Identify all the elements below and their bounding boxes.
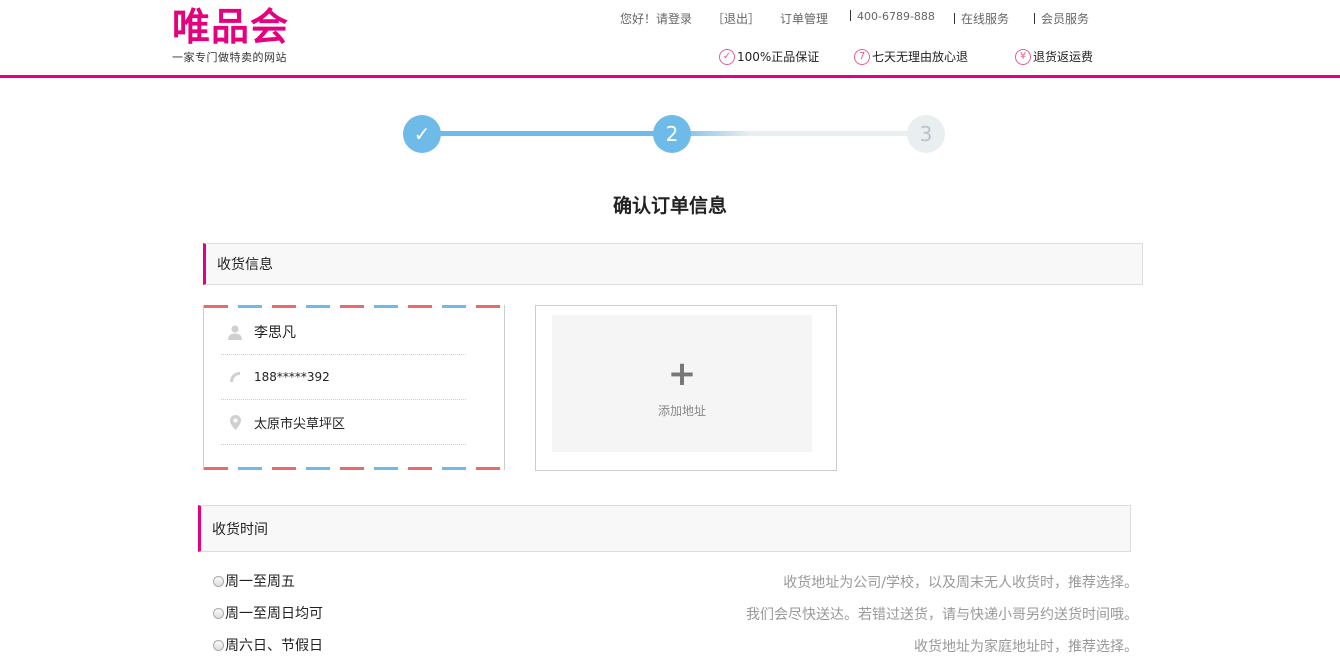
delivery-option-weekends[interactable]: 周六日、节假日 bbox=[213, 635, 323, 655]
member-service-link[interactable]: 会员服务 bbox=[1034, 10, 1089, 27]
nav-divider bbox=[850, 10, 851, 21]
shipping-info-header: 收货信息 bbox=[203, 243, 1143, 285]
progress-bar-pending bbox=[673, 131, 927, 136]
badge-return-shipping: ¥ 退货返运费 bbox=[1015, 48, 1093, 65]
delivery-option-any-day[interactable]: 周一至周日均可 bbox=[213, 603, 323, 623]
delivery-option-hint: 我们会尽快送达。若错过送货，请与快递小哥另约送货时间哦。 bbox=[746, 607, 1138, 623]
member-service-label: 会员服务 bbox=[1041, 12, 1090, 26]
plus-icon: + bbox=[667, 354, 697, 394]
progress-steps: ✓ 2 3 bbox=[403, 115, 945, 153]
person-icon bbox=[228, 324, 242, 340]
logout-link[interactable]: ［退出］ bbox=[712, 10, 760, 27]
airmail-border-top bbox=[204, 305, 504, 308]
delivery-option-hint: 收货地址为公司/学校，以及周末无人收货时，推荐选择。 bbox=[783, 575, 1138, 591]
add-address-area[interactable]: + 添加地址 bbox=[552, 315, 812, 452]
progress-bar-done bbox=[421, 131, 673, 136]
badge-genuine: ✓ 100%正品保证 bbox=[719, 48, 819, 65]
step-3: 3 bbox=[907, 115, 945, 153]
step-1-check-icon: ✓ bbox=[403, 115, 441, 153]
page-title: 确认订单信息 bbox=[612, 195, 727, 217]
logo-tagline: 一家专门做特卖的网站 bbox=[172, 51, 287, 64]
badge-label: 退货返运费 bbox=[1033, 50, 1094, 64]
yen-circle-icon: ¥ bbox=[1015, 48, 1031, 65]
badge-label: 100%正品保证 bbox=[737, 50, 820, 64]
nav-divider bbox=[1034, 13, 1035, 24]
seven-circle-icon: 7 bbox=[854, 48, 870, 65]
address-name-row: 李思凡 bbox=[221, 310, 466, 355]
login-link[interactable]: 您好！请登录 bbox=[620, 10, 692, 27]
delivery-option-label: 周一至周五 bbox=[225, 574, 295, 590]
address-location-row: 太原市尖草坪区 bbox=[221, 400, 466, 445]
recipient-name: 李思凡 bbox=[254, 325, 296, 341]
header-divider bbox=[0, 75, 1340, 78]
service-phone-number: 400-6789-888 bbox=[857, 10, 935, 23]
add-address-card[interactable]: + 添加地址 bbox=[535, 305, 837, 471]
radio-button[interactable] bbox=[213, 639, 224, 651]
badge-label: 七天无理由放心退 bbox=[872, 50, 969, 64]
address-phone-row: 188*****392 bbox=[221, 355, 466, 400]
address-card[interactable]: 李思凡 188*****392 太原市尖草坪区 bbox=[203, 305, 505, 470]
online-service-link[interactable]: 在线服务 bbox=[954, 10, 1009, 27]
check-circle-icon: ✓ bbox=[719, 48, 735, 65]
radio-button[interactable] bbox=[213, 575, 224, 587]
phone-icon bbox=[228, 370, 242, 384]
delivery-time-header: 收货时间 bbox=[198, 505, 1131, 552]
site-header: 唯品会 一家专门做特卖的网站 您好！请登录 ［退出］ 订单管理 400-6789… bbox=[0, 0, 1340, 76]
online-service-label: 在线服务 bbox=[961, 12, 1010, 26]
add-address-label: 添加地址 bbox=[657, 404, 706, 418]
logo[interactable]: 唯品会 bbox=[172, 4, 289, 50]
step-2: 2 bbox=[653, 115, 691, 153]
delivery-option-weekdays[interactable]: 周一至周五 bbox=[213, 571, 295, 591]
order-management-link[interactable]: 订单管理 bbox=[780, 10, 828, 27]
radio-button[interactable] bbox=[213, 607, 224, 619]
delivery-option-label: 周一至周日均可 bbox=[225, 606, 323, 622]
delivery-option-label: 周六日、节假日 bbox=[225, 638, 323, 654]
location-pin-icon bbox=[228, 414, 242, 430]
badge-seven-day-return: 7 七天无理由放心退 bbox=[854, 48, 968, 65]
recipient-phone: 188*****392 bbox=[254, 370, 330, 384]
recipient-address: 太原市尖草坪区 bbox=[254, 416, 346, 432]
nav-divider bbox=[954, 13, 955, 24]
airmail-border-bottom bbox=[204, 467, 504, 470]
service-phone: 400-6789-888 bbox=[850, 10, 935, 23]
delivery-option-hint: 收货地址为家庭地址时，推荐选择。 bbox=[914, 639, 1138, 655]
